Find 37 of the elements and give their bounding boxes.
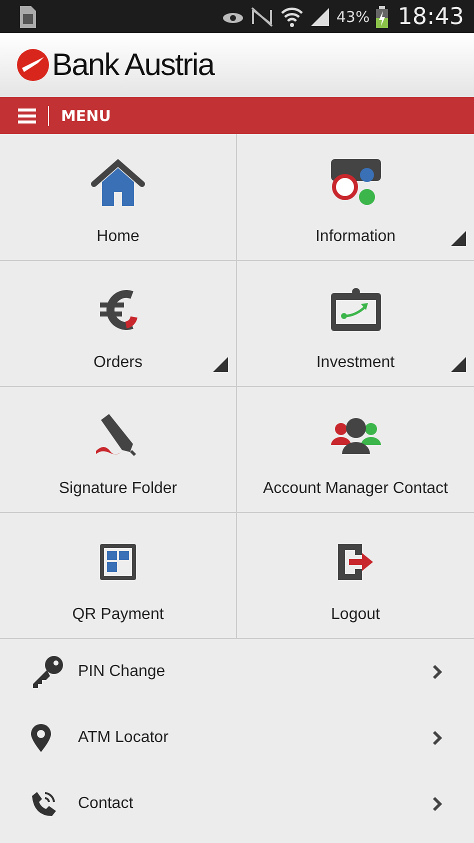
- wifi-icon: [280, 6, 304, 28]
- tile-label: Logout: [331, 606, 380, 624]
- menu-tile[interactable]: QR Payment: [0, 512, 237, 638]
- key-icon: [30, 655, 64, 689]
- menu-tile[interactable]: Signature Folder: [0, 386, 237, 512]
- grid-square-icon: [99, 543, 137, 581]
- house-icon: [90, 158, 146, 208]
- tile-label: Signature Folder: [58, 480, 178, 498]
- clock: 18:43: [398, 4, 464, 30]
- tile-label: Orders: [94, 354, 142, 372]
- exit-icon: [336, 543, 374, 581]
- list-item-label: ATM Locator: [78, 729, 170, 747]
- presentation-board-icon: [328, 287, 382, 333]
- location-pin-icon: [30, 724, 52, 752]
- brand-name: Bank Austria: [52, 47, 214, 83]
- tile-label: Home: [96, 228, 140, 246]
- euro-icon: [98, 287, 138, 333]
- tile-label: QR Payment: [72, 606, 164, 624]
- chevron-right-icon: [432, 796, 442, 812]
- people-icon: [330, 417, 382, 455]
- menu-bar[interactable]: MENU: [0, 97, 474, 134]
- chevron-right-icon: [432, 730, 442, 746]
- sim-card-icon: [18, 4, 38, 28]
- logo-icon: [16, 48, 50, 82]
- tile-label: Information: [315, 228, 396, 246]
- battery-icon: [376, 6, 388, 28]
- chevron-right-icon: [432, 664, 442, 680]
- tile-label: Investment: [316, 354, 395, 372]
- signal-icon: [310, 6, 330, 26]
- list-item-label: PIN Change: [78, 663, 166, 681]
- phone-icon: [30, 791, 56, 817]
- menu-tile[interactable]: Orders: [0, 260, 237, 386]
- tile-label: Account Manager Contact: [263, 480, 448, 498]
- battery-percent: 43%: [336, 8, 370, 26]
- menu-icon: [18, 108, 36, 124]
- no-nfc-icon: [250, 6, 274, 26]
- list-item-label: Contact: [78, 795, 134, 813]
